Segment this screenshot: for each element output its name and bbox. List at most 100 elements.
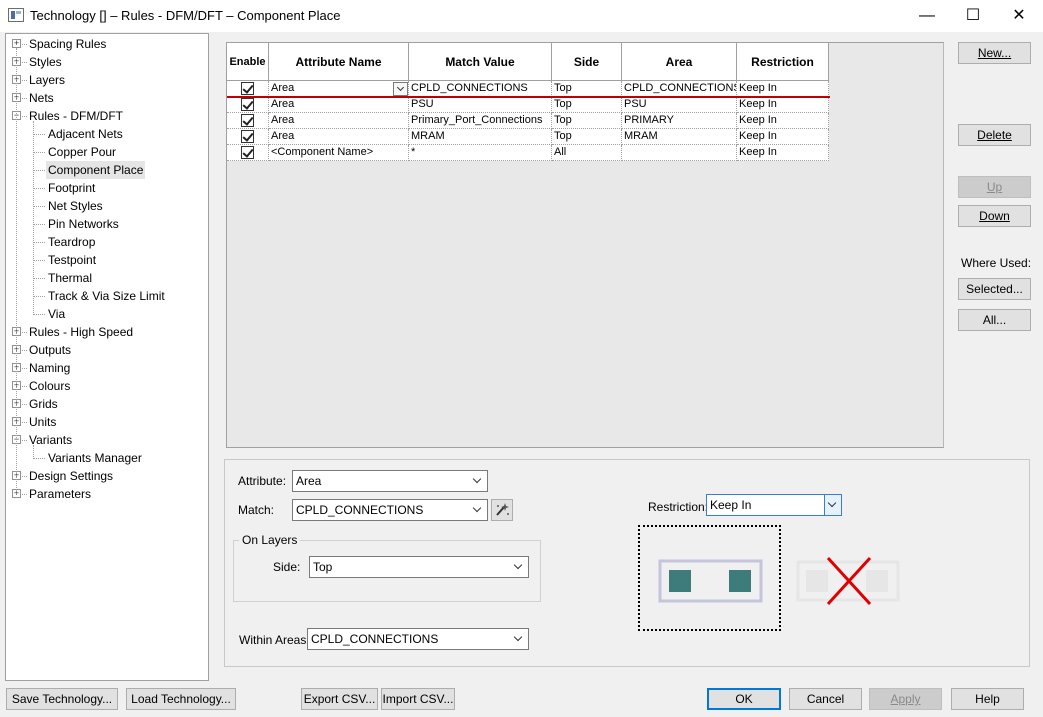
match-cell[interactable]: CPLD_CONNECTIONS [409,81,552,97]
side-cell[interactable]: Top [552,81,622,97]
tree-item-grids[interactable]: + Grids [6,395,206,413]
tree-item-via[interactable]: Via [6,305,206,323]
side-cell[interactable]: Top [552,129,622,145]
down-button[interactable]: Down [958,205,1031,227]
match-cell[interactable]: Primary_Port_Connections [409,113,552,129]
enable-checkbox[interactable] [241,98,254,111]
match-picker-button[interactable] [491,499,513,521]
save-technology-button[interactable]: Save Technology... [6,688,118,710]
restriction-cell[interactable]: Keep In [737,145,829,161]
tree-item-teardrop[interactable]: Teardrop [6,233,206,251]
restriction-combo[interactable]: Keep In [706,494,842,516]
enable-checkbox[interactable] [241,130,254,143]
technology-tree[interactable]: + Spacing Rules + Styles + Layers + Nets − Rules … [5,33,209,681]
maximize-button[interactable]: ☐ [950,0,996,32]
tree-item-label: Layers [29,73,66,87]
where-used-selected-button[interactable]: Selected... [958,278,1031,300]
column-header-attribute-name[interactable]: Attribute Name [269,43,409,81]
area-cell[interactable]: MRAM [622,129,737,145]
delete-button[interactable]: Delete [958,124,1031,146]
help-button[interactable]: Help [951,688,1024,710]
tree-item-label: Spacing Rules [29,37,107,51]
tree-item-naming[interactable]: + Naming [6,359,206,377]
rules-grid[interactable]: Enable Attribute Name Match Value Side Area R… [226,42,944,448]
match-cell[interactable]: MRAM [409,129,552,145]
tree-item-units[interactable]: + Units [6,413,206,431]
tree-item-outputs[interactable]: + Outputs [6,341,206,359]
attribute-value: Area [296,474,322,488]
tree-item-parameters[interactable]: + Parameters [6,485,206,503]
attribute-cell[interactable]: <Component Name> [269,145,409,161]
tree-item-thermal[interactable]: Thermal [6,269,206,287]
restriction-cell[interactable]: Keep In [737,81,829,97]
enable-cell [227,145,269,161]
match-cell[interactable]: PSU [409,97,552,113]
tree-item-rules-dfm-dft[interactable]: − Rules - DFM/DFT [6,107,206,125]
column-header-match-value[interactable]: Match Value [409,43,552,81]
tree-item-label: Via [48,307,66,321]
import-csv-button[interactable]: Import CSV... [381,688,455,710]
tree-item-styles[interactable]: + Styles [6,53,206,71]
enable-checkbox[interactable] [241,146,254,159]
side-cell[interactable]: Top [552,113,622,129]
tree-item-colours[interactable]: + Colours [6,377,206,395]
tree-item-testpoint[interactable]: Testpoint [6,251,206,269]
tree-item-footprint[interactable]: Footprint [6,179,206,197]
restriction-preview-box [638,525,781,631]
attribute-combo[interactable]: Area [292,470,488,492]
column-header-area[interactable]: Area [622,43,737,81]
tree-item-design-settings[interactable]: + Design Settings [6,467,206,485]
side-cell[interactable]: Top [552,97,622,113]
tree-item-pin-networks[interactable]: Pin Networks [6,215,206,233]
tree-item-adjacent-nets[interactable]: Adjacent Nets [6,125,206,143]
attribute-cell[interactable]: Area [269,81,409,97]
column-header-restriction[interactable]: Restriction [737,43,829,81]
close-button[interactable]: ✕ [996,0,1042,32]
cell-dropdown-button[interactable] [393,82,408,96]
within-areas-combo[interactable]: CPLD_CONNECTIONS [307,628,529,650]
column-header-enable[interactable]: Enable [227,43,269,81]
match-combo[interactable]: CPLD_CONNECTIONS [292,499,488,521]
area-cell[interactable] [622,145,737,161]
expand-icon[interactable]: + [12,39,21,48]
pick-wand-icon [496,503,509,516]
area-cell[interactable]: PRIMARY [622,113,737,129]
restriction-cell[interactable]: Keep In [737,97,829,113]
enable-checkbox[interactable] [241,82,254,95]
tree-item-copper-pour[interactable]: Copper Pour [6,143,206,161]
attribute-cell[interactable]: Area [269,97,409,113]
tree-item-variants-manager[interactable]: Variants Manager [6,449,206,467]
load-technology-button[interactable]: Load Technology... [126,688,236,710]
apply-button[interactable]: Apply [869,688,942,710]
tree-item-spacing-rules[interactable]: + Spacing Rules [6,35,206,53]
ok-button[interactable]: OK [707,688,781,710]
tree-item-net-styles[interactable]: Net Styles [6,197,206,215]
tree-item-label: Grids [29,397,58,411]
side-cell[interactable]: All [552,145,622,161]
where-used-all-button[interactable]: All... [958,309,1031,331]
tree-item-layers[interactable]: + Layers [6,71,206,89]
area-cell[interactable]: CPLD_CONNECTIONS [622,81,737,97]
export-csv-button[interactable]: Export CSV... [301,688,378,710]
up-button[interactable]: Up [958,176,1031,198]
restriction-cell[interactable]: Keep In [737,129,829,145]
maximize-icon: ☐ [965,7,981,24]
tree-item-variants[interactable]: − Variants [6,431,206,449]
minimize-button[interactable]: — [904,0,950,32]
restriction-cell[interactable]: Keep In [737,113,829,129]
side-combo[interactable]: Top [309,556,529,578]
column-header-side[interactable]: Side [552,43,622,81]
cancel-button[interactable]: Cancel [789,688,862,710]
tree-item-track-via-size-limit[interactable]: Track & Via Size Limit [6,287,206,305]
tree-item-nets[interactable]: + Nets [6,89,206,107]
area-cell[interactable]: PSU [622,97,737,113]
enable-checkbox[interactable] [241,114,254,127]
tree-item-component-place[interactable]: Component Place [6,161,206,179]
attribute-cell[interactable]: Area [269,113,409,129]
attribute-cell[interactable]: Area [269,129,409,145]
match-value: CPLD_CONNECTIONS [296,503,424,517]
new-button[interactable]: New... [958,42,1031,64]
match-cell[interactable]: * [409,145,552,161]
tree-item-rules-high-speed[interactable]: + Rules - High Speed [6,323,206,341]
enable-cell [227,113,269,129]
